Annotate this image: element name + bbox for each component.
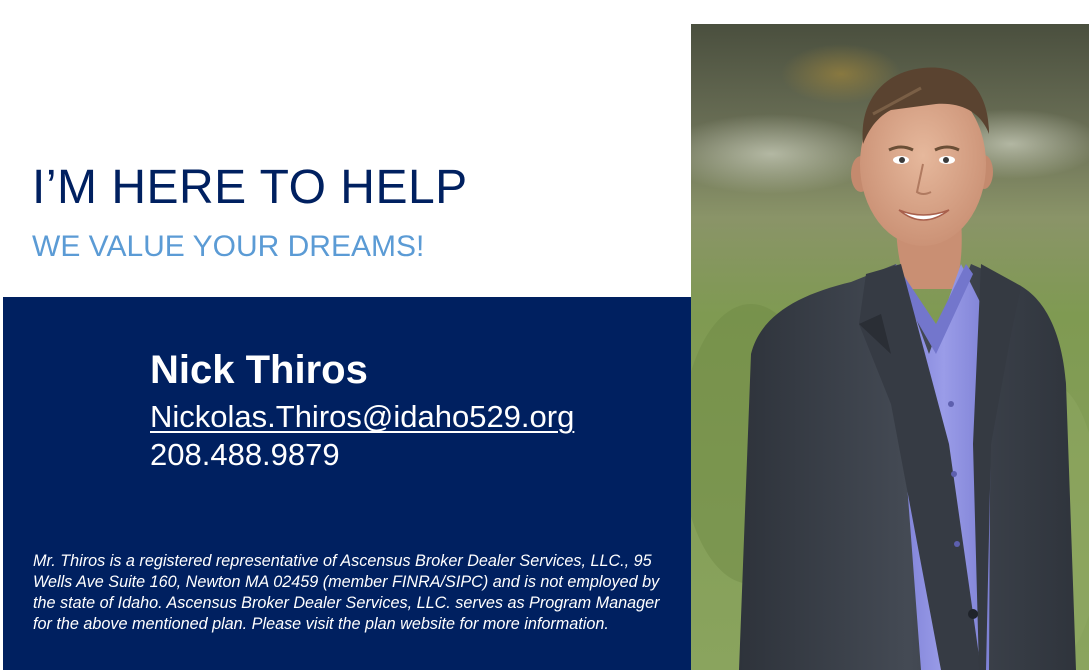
portrait-photo (691, 24, 1089, 670)
slide: I’M HERE TO HELP WE VALUE YOUR DREAMS! N… (0, 0, 1089, 670)
subheadline: WE VALUE YOUR DREAMS! (32, 230, 425, 263)
contact-phone: 208.488.9879 (150, 437, 340, 472)
contact-panel: Nick Thiros Nickolas.Thiros@idaho529.org… (3, 297, 691, 670)
contact-name: Nick Thiros (150, 348, 368, 392)
portrait-illustration (691, 24, 1089, 670)
disclaimer-text: Mr. Thiros is a registered representativ… (33, 552, 660, 633)
contact-email-link[interactable]: Nickolas.Thiros@idaho529.org (150, 398, 574, 436)
headline: I’M HERE TO HELP (32, 161, 468, 214)
